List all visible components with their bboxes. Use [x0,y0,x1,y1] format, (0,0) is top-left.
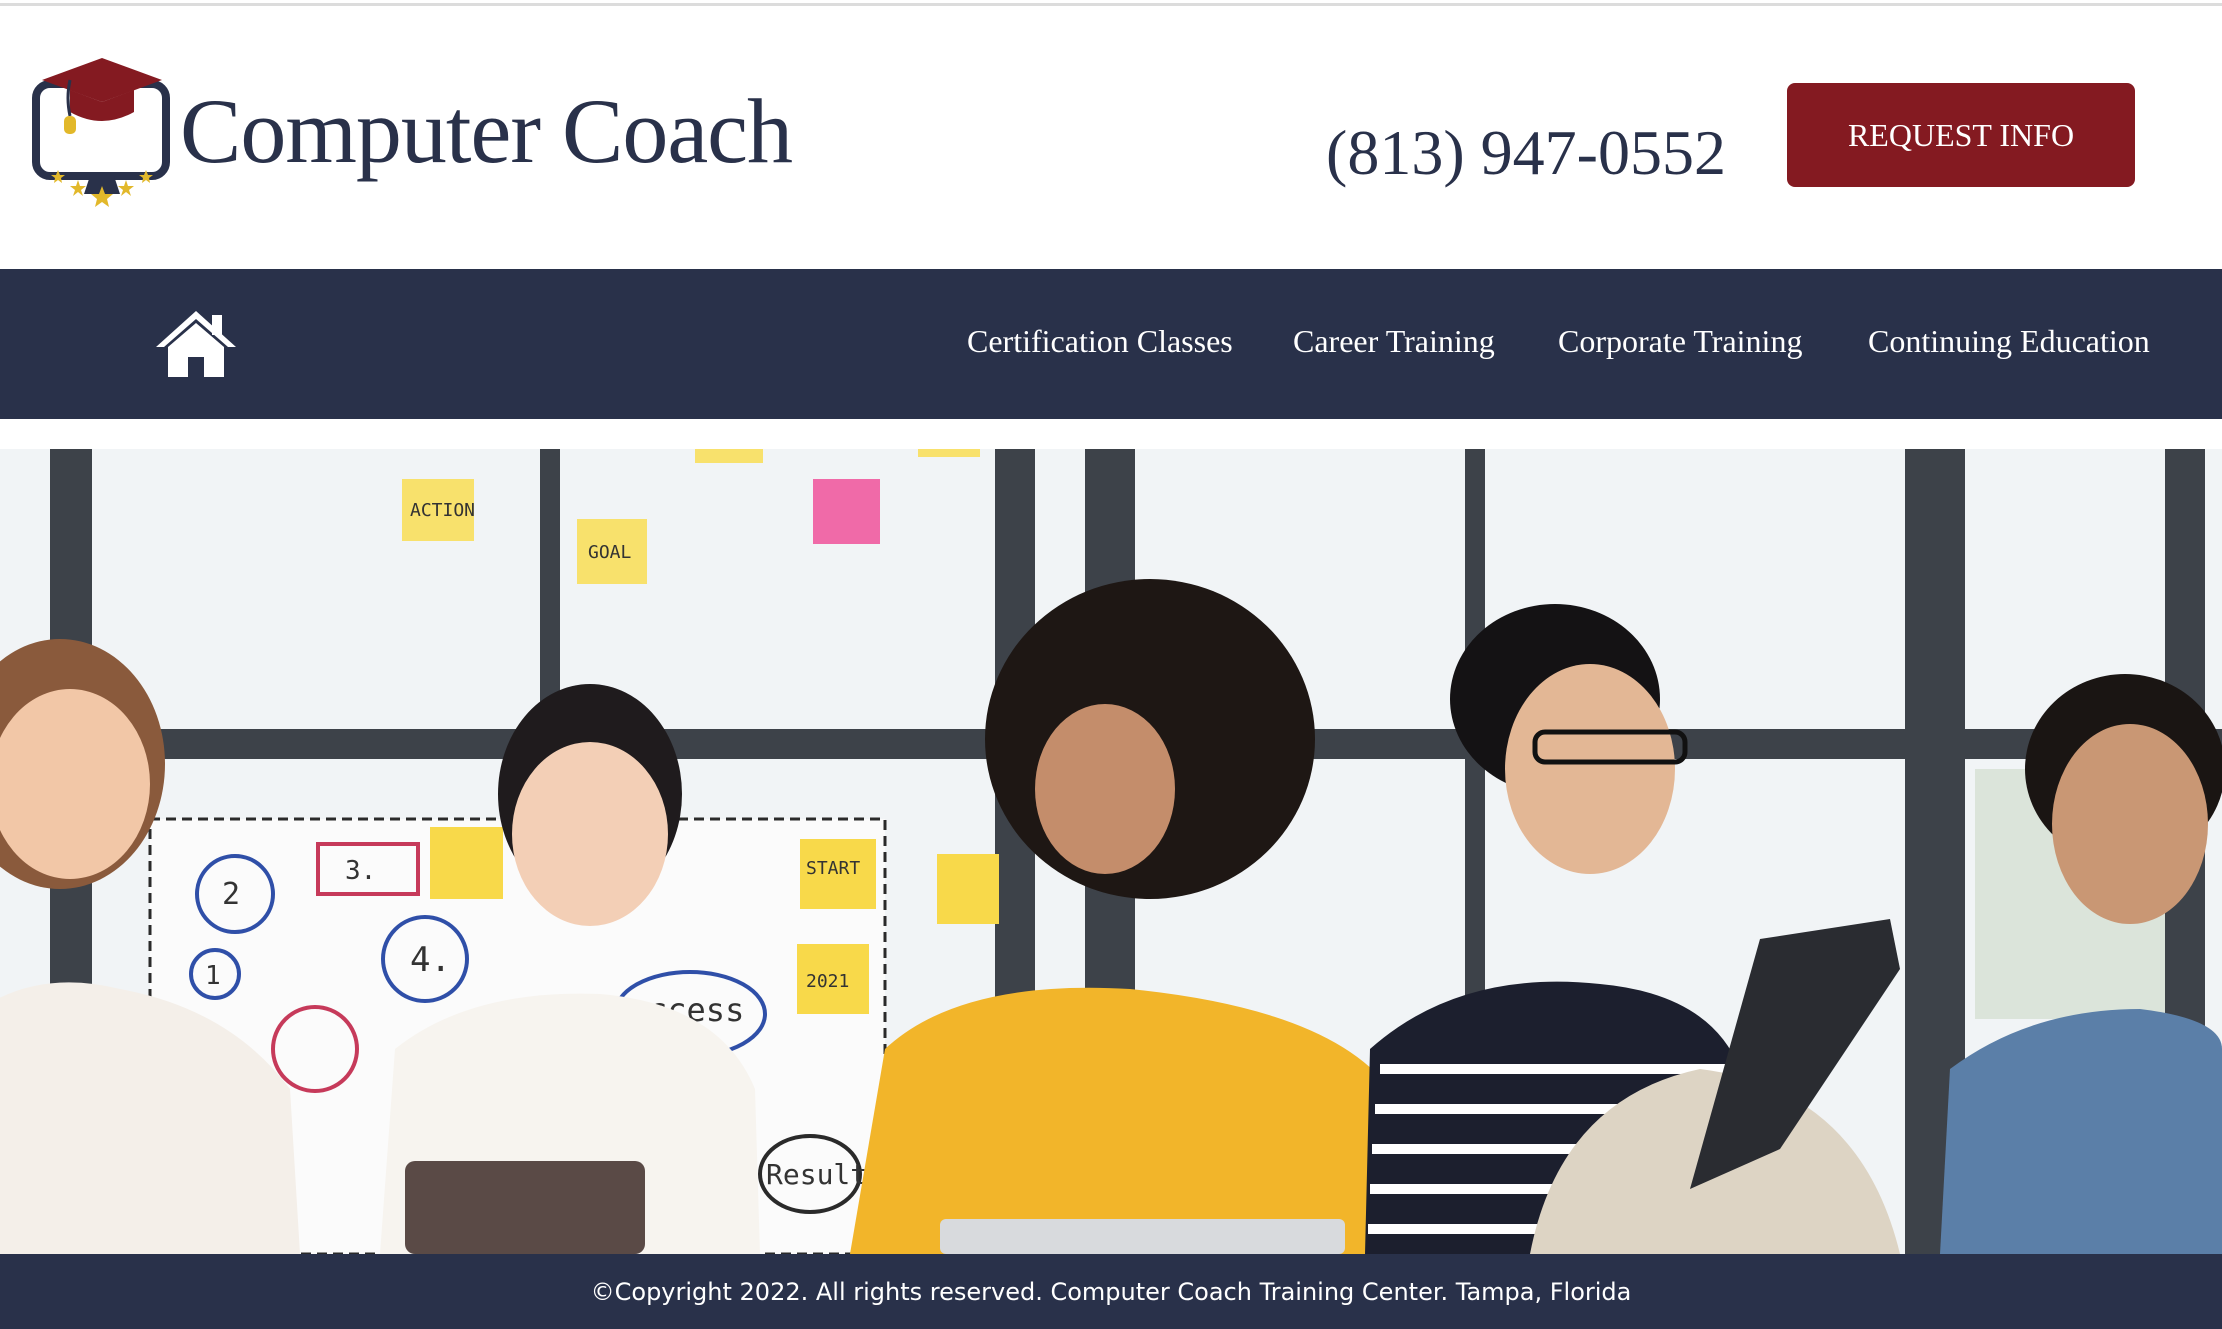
svg-text:4.: 4. [410,940,451,980]
logo[interactable]: Computer Coach [30,50,793,220]
nav-continuing-education[interactable]: Continuing Education [1868,323,2150,360]
svg-text:2021: 2021 [806,971,849,992]
phone-number[interactable]: (813) 947-0552 [1326,116,1726,190]
site-header: Computer Coach (813) 947-0552 REQUEST IN… [0,6,2222,269]
brand-name: Computer Coach [180,80,793,182]
svg-text:ACTION: ACTION [410,500,475,521]
svg-text:START: START [806,858,860,879]
hero-image: ACTION GOAL START 2021 3. 2 4. 1 ccess R… [0,449,2222,1254]
nav-corporate-training[interactable]: Corporate Training [1558,323,1802,360]
request-info-button[interactable]: REQUEST INFO [1787,83,2135,187]
svg-text:2: 2 [222,877,240,912]
monitor-graduation-cap-icon [32,58,170,207]
nav-career-training[interactable]: Career Training [1293,323,1495,360]
nav-certification-classes[interactable]: Certification Classes [967,323,1233,360]
main-nav: Certification Classes Career Training Co… [0,269,2222,419]
svg-text:3.: 3. [345,856,376,886]
svg-text:GOAL: GOAL [588,542,632,563]
copyright-text: ©Copyright 2022. All rights reserved. Co… [590,1277,1632,1306]
home-icon [156,311,236,377]
hero-photo-illustration: ACTION GOAL START 2021 3. 2 4. 1 ccess R… [0,449,2222,1254]
svg-text:1: 1 [205,961,221,991]
home-link[interactable] [154,307,238,379]
site-footer: ©Copyright 2022. All rights reserved. Co… [0,1254,2222,1329]
